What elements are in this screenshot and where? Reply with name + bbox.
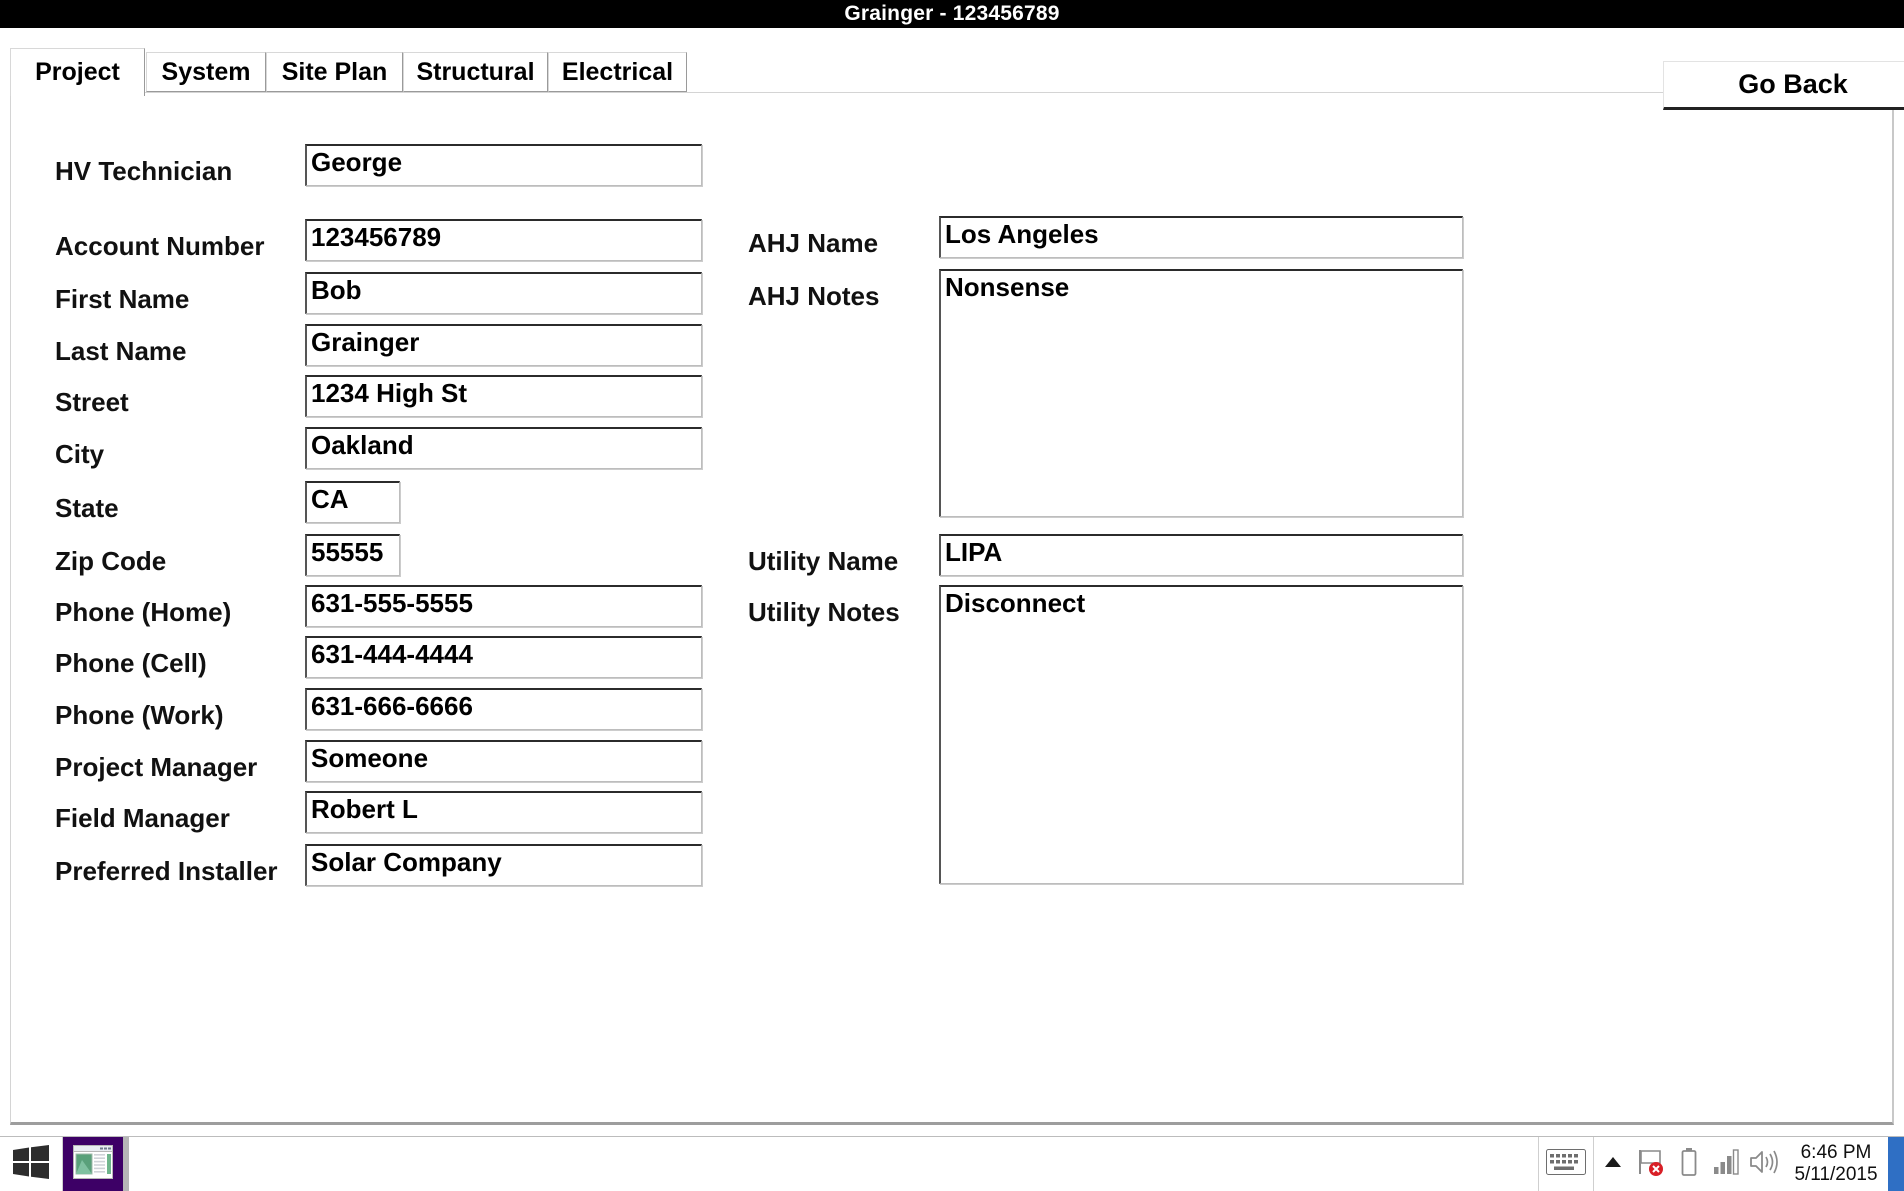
field-row-last-name: Last Name Grainger: [55, 324, 702, 366]
field-row-project-manager: Project Manager Someone: [55, 740, 702, 782]
action-center-button[interactable]: [1632, 1137, 1670, 1191]
input-account-number[interactable]: 123456789: [305, 219, 702, 261]
clock[interactable]: 6:46 PM 5/11/2015: [1784, 1137, 1888, 1191]
input-state[interactable]: CA: [305, 481, 400, 523]
label-ahj-notes: AHJ Notes: [748, 281, 880, 311]
tab-site-plan-label: Site Plan: [281, 57, 388, 86]
label-utility-notes: Utility Notes: [748, 597, 900, 627]
tab-system[interactable]: System: [146, 52, 266, 92]
tab-site-plan[interactable]: Site Plan: [266, 52, 403, 92]
tab-structural[interactable]: Structural: [403, 52, 548, 92]
label-field-manager: Field Manager: [55, 803, 230, 833]
network-button[interactable]: [1708, 1137, 1746, 1191]
field-row-city: City Oakland: [55, 427, 702, 469]
keyboard-icon: [1546, 1148, 1586, 1180]
taskbar: 6:46 PM 5/11/2015: [0, 1136, 1904, 1191]
field-row-zip-code: Zip Code 55555: [55, 534, 400, 576]
tab-project[interactable]: Project: [10, 48, 145, 96]
clock-date: 5/11/2015: [1794, 1164, 1878, 1185]
tab-electrical[interactable]: Electrical: [548, 52, 687, 92]
input-phone-cell[interactable]: 631-444-4444: [305, 636, 702, 678]
label-street: Street: [55, 387, 129, 417]
label-phone-work: Phone (Work): [55, 700, 224, 730]
start-button[interactable]: [0, 1137, 63, 1191]
taskbar-item-active-app[interactable]: [63, 1137, 129, 1191]
input-first-name[interactable]: Bob: [305, 272, 702, 314]
tray-overflow-button[interactable]: [1594, 1137, 1632, 1191]
touch-keyboard-button[interactable]: [1538, 1137, 1594, 1191]
go-back-button-container: Go Back: [1663, 61, 1904, 110]
input-street[interactable]: 1234 High St: [305, 375, 702, 417]
app-window: Project System Site Plan Structural Elec…: [0, 28, 1904, 1135]
windows-logo-icon: [13, 1144, 49, 1184]
field-row-ahj-name: AHJ Name Los Angeles: [748, 216, 1463, 258]
label-utility-name: Utility Name: [748, 546, 899, 576]
input-hv-technician[interactable]: George: [305, 144, 702, 186]
label-first-name: First Name: [55, 284, 190, 314]
battery-button[interactable]: [1670, 1137, 1708, 1191]
field-row-hv-technician: HV Technician George: [55, 144, 702, 186]
field-row-street: Street 1234 High St: [55, 375, 702, 417]
tab-electrical-label: Electrical: [561, 57, 674, 86]
input-preferred-installer[interactable]: Solar Company: [305, 844, 702, 886]
field-row-state: State CA: [55, 481, 400, 523]
field-row-phone-cell: Phone (Cell) 631-444-4444: [55, 636, 702, 678]
input-phone-work[interactable]: 631-666-6666: [305, 688, 702, 730]
input-phone-home[interactable]: 631-555-5555: [305, 585, 702, 627]
field-row-ahj-notes: AHJ Notes Nonsense: [748, 269, 1463, 517]
system-tray: 6:46 PM 5/11/2015: [1538, 1137, 1904, 1191]
label-ahj-name: AHJ Name: [748, 228, 879, 258]
field-row-utility-notes: Utility Notes Disconnect: [748, 585, 1463, 884]
input-ahj-notes[interactable]: Nonsense: [939, 269, 1463, 517]
label-hv-technician: HV Technician: [55, 156, 233, 186]
label-city: City: [55, 439, 105, 469]
window-title: Grainger - 123456789: [844, 2, 1060, 25]
input-field-manager[interactable]: Robert L: [305, 791, 702, 833]
input-ahj-name[interactable]: Los Angeles: [939, 216, 1463, 258]
clock-time: 6:46 PM: [1800, 1142, 1872, 1164]
field-row-phone-home: Phone (Home) 631-555-5555: [55, 585, 702, 627]
chevron-up-icon: [1604, 1155, 1622, 1173]
show-desktop-button[interactable]: [1888, 1137, 1904, 1191]
label-preferred-installer: Preferred Installer: [55, 856, 278, 886]
input-utility-name[interactable]: LIPA: [939, 534, 1463, 576]
label-project-manager: Project Manager: [55, 752, 258, 782]
speaker-icon: [1749, 1148, 1781, 1181]
field-row-utility-name: Utility Name LIPA: [748, 534, 1463, 576]
application-window-icon: [73, 1144, 113, 1184]
label-zip-code: Zip Code: [55, 546, 167, 576]
field-row-preferred-installer: Preferred Installer Solar Company: [55, 844, 702, 886]
label-phone-cell: Phone (Cell): [55, 648, 207, 678]
field-row-phone-work: Phone (Work) 631-666-6666: [55, 688, 702, 730]
taskbar-empty-area: [129, 1137, 1538, 1191]
tab-project-label: Project: [35, 58, 120, 86]
label-state: State: [55, 493, 119, 523]
field-row-field-manager: Field Manager Robert L: [55, 791, 702, 833]
input-utility-notes[interactable]: Disconnect: [939, 585, 1463, 884]
field-row-first-name: First Name Bob: [55, 272, 702, 314]
flag-error-icon: [1636, 1147, 1666, 1182]
go-back-button[interactable]: Go Back: [1663, 61, 1904, 110]
battery-icon: [1679, 1147, 1699, 1182]
label-last-name: Last Name: [55, 336, 187, 366]
input-last-name[interactable]: Grainger: [305, 324, 702, 366]
signal-bars-icon: [1713, 1148, 1741, 1180]
window-titlebar: Grainger - 123456789: [0, 0, 1904, 28]
tab-system-label: System: [161, 57, 251, 86]
label-phone-home: Phone (Home): [55, 597, 232, 627]
input-project-manager[interactable]: Someone: [305, 740, 702, 782]
tab-structural-label: Structural: [416, 57, 535, 86]
input-zip-code[interactable]: 55555: [305, 534, 400, 576]
volume-button[interactable]: [1746, 1137, 1784, 1191]
label-account-number: Account Number: [55, 231, 265, 261]
input-city[interactable]: Oakland: [305, 427, 702, 469]
field-row-account-number: Account Number 123456789: [55, 219, 702, 261]
